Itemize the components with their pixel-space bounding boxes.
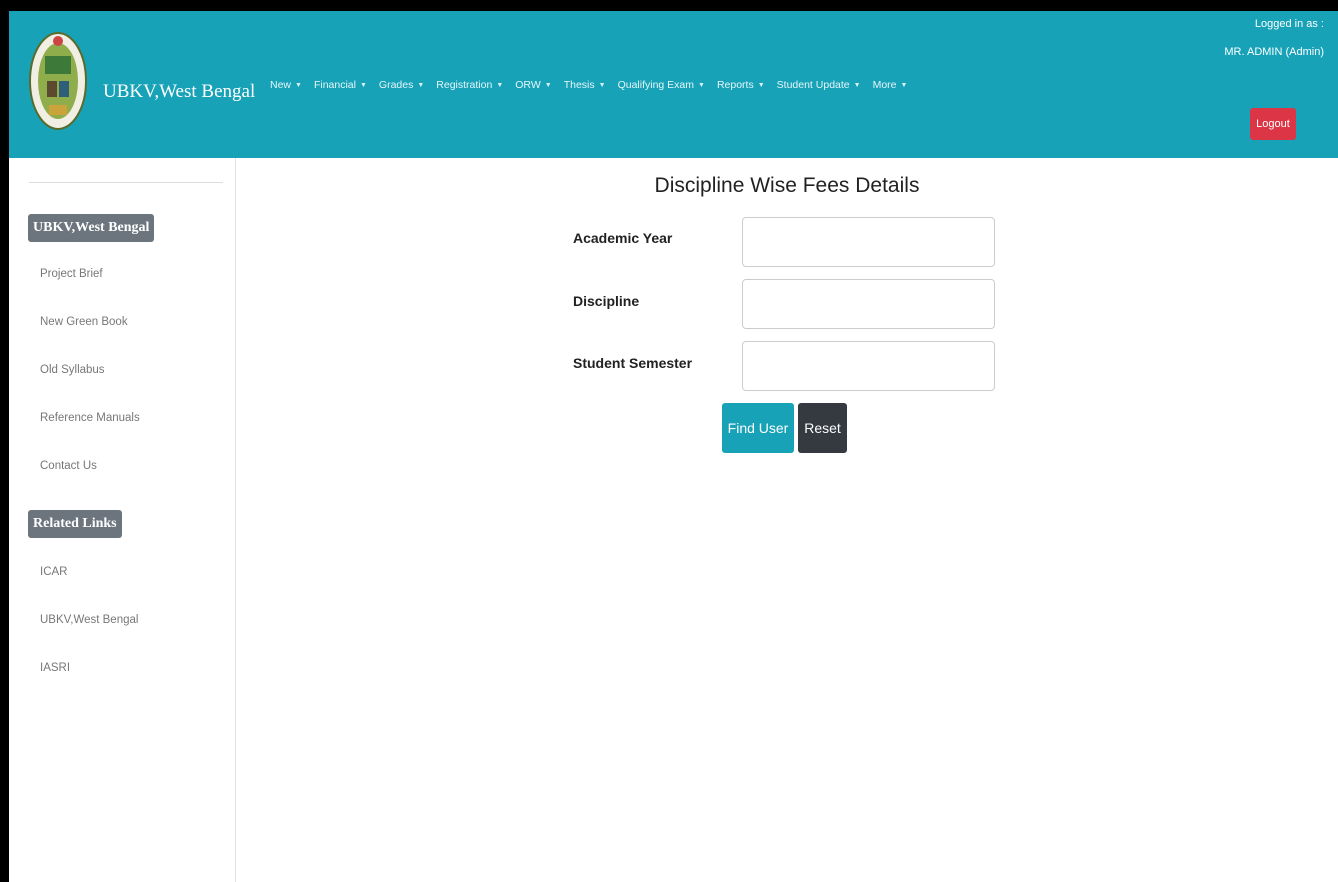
nav-grades[interactable]: Grades ▼	[379, 79, 424, 91]
nav-orw[interactable]: ORW ▼	[515, 79, 551, 91]
sidebar-link-new-green-book[interactable]: New Green Book	[40, 316, 128, 328]
caret-down-icon: ▼	[496, 81, 504, 89]
student-semester-label: Student Semester	[573, 355, 693, 371]
caret-down-icon: ▼	[359, 81, 367, 89]
top-header: UBKV,West Bengal New ▼ Financial ▼ Grades ▼…	[9, 11, 1338, 158]
find-user-button[interactable]: Find User	[722, 403, 794, 453]
page-title: Discipline Wise Fees Details	[654, 174, 920, 197]
user-info: Logged in as : MR. ADMIN (Admin)	[1224, 16, 1324, 58]
reset-button[interactable]: Reset	[798, 403, 847, 453]
sidebar-section-title-ubkv: UBKV,West Bengal	[28, 214, 155, 242]
current-user: MR. ADMIN (Admin)	[1224, 46, 1324, 58]
caret-down-icon: ▼	[757, 81, 765, 89]
caret-down-icon: ▼	[598, 81, 606, 89]
nav-more[interactable]: More ▼	[873, 79, 908, 91]
sidebar-link-project-brief[interactable]: Project Brief	[40, 268, 103, 280]
nav-new-label: New	[270, 79, 292, 91]
sidebar-link-reference-manuals[interactable]: Reference Manuals	[40, 412, 140, 424]
sidebar-link-old-syllabus[interactable]: Old Syllabus	[40, 364, 105, 376]
caret-down-icon: ▼	[900, 81, 908, 89]
nav-orw-label: ORW	[515, 79, 541, 91]
caret-down-icon: ▼	[853, 81, 861, 89]
nav-more-label: More	[872, 79, 897, 91]
logged-in-label: Logged in as :	[1254, 18, 1324, 30]
nav-thesis-label: Thesis	[563, 79, 595, 91]
nav-grades-label: Grades	[378, 79, 414, 91]
nav-reports-label: Reports	[716, 79, 754, 91]
nav-registration-label: Registration	[436, 79, 493, 91]
university-logo	[29, 21, 87, 151]
nav-qualifying-exam[interactable]: Qualifying Exam ▼	[618, 79, 705, 91]
sidebar-link-iasri[interactable]: IASRI	[40, 662, 70, 674]
caret-down-icon: ▼	[417, 81, 425, 89]
student-semester-input[interactable]	[742, 341, 995, 391]
nav-qualifying-exam-label: Qualifying Exam	[617, 79, 695, 91]
main-content: Discipline Wise Fees Details Academic Ye…	[236, 158, 1338, 882]
logout-button[interactable]: Logout	[1250, 108, 1296, 140]
sidebar-section-title-related: Related Links	[28, 510, 122, 538]
sidebar-link-contact-us[interactable]: Contact Us	[40, 460, 97, 472]
nav-student-update-label: Student Update	[776, 79, 850, 91]
sidebar-divider	[29, 182, 223, 183]
caret-down-icon: ▼	[295, 81, 302, 89]
caret-down-icon: ▼	[698, 81, 705, 89]
sidebar: UBKV,West Bengal Project Brief New Green…	[9, 158, 236, 882]
sidebar-link-ubkv[interactable]: UBKV,West Bengal	[40, 614, 138, 626]
brand-name[interactable]: UBKV,West Bengal	[103, 81, 255, 103]
nav-registration[interactable]: Registration ▼	[436, 79, 503, 91]
app-window: UBKV,West Bengal New ▼ Financial ▼ Grades ▼…	[9, 11, 1338, 882]
nav-new[interactable]: New ▼	[270, 79, 302, 91]
nav-financial[interactable]: Financial ▼	[314, 79, 367, 91]
discipline-input[interactable]	[742, 279, 995, 329]
nav-student-update[interactable]: Student Update ▼	[777, 79, 861, 91]
sidebar-link-icar[interactable]: ICAR	[40, 566, 67, 578]
academic-year-input[interactable]	[742, 217, 995, 267]
academic-year-label: Academic Year	[573, 230, 673, 246]
caret-down-icon: ▼	[544, 81, 552, 89]
main-nav: New ▼ Financial ▼ Grades ▼ Registration ▼ OR…	[270, 79, 919, 91]
discipline-label: Discipline	[573, 293, 640, 309]
nav-thesis[interactable]: Thesis ▼	[564, 79, 606, 91]
nav-reports[interactable]: Reports ▼	[717, 79, 765, 91]
nav-financial-label: Financial	[313, 79, 356, 91]
